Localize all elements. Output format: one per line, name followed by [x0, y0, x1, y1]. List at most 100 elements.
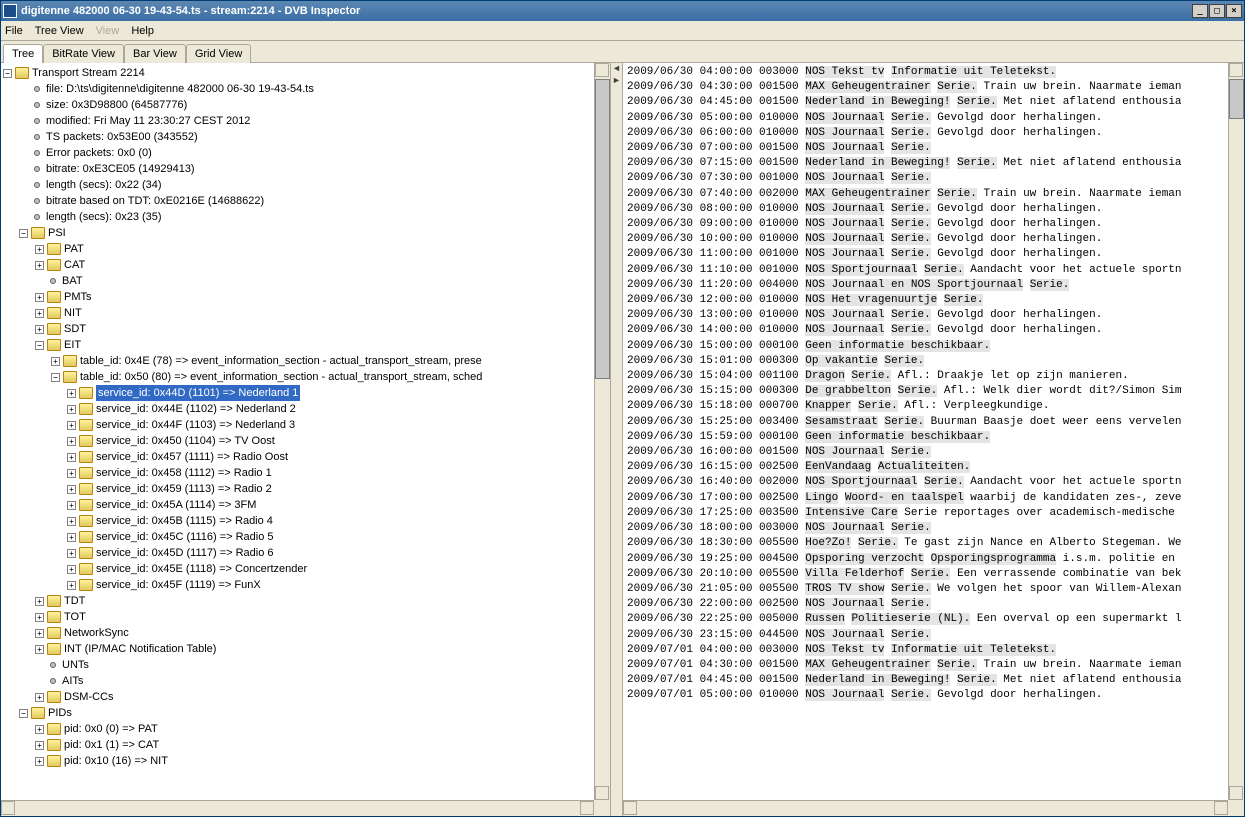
expand-icon[interactable]: +	[67, 533, 76, 542]
event-row[interactable]: 2009/06/30 09:00:00 010000 NOS Journaal …	[627, 217, 1224, 232]
menu-file[interactable]: File	[5, 25, 23, 37]
tree-node[interactable]: +pid: 0x10 (16) => NIT	[3, 753, 592, 769]
tree-node[interactable]: length (secs): 0x22 (34)	[3, 177, 592, 193]
tree-node[interactable]: +NIT	[3, 305, 592, 321]
tree-node[interactable]: file: D:\ts\digitenne\digitenne 482000 0…	[3, 81, 592, 97]
expand-icon[interactable]: −	[19, 709, 28, 718]
tree-node[interactable]: +pid: 0x0 (0) => PAT	[3, 721, 592, 737]
expand-icon[interactable]: +	[67, 469, 76, 478]
event-row[interactable]: 2009/06/30 16:40:00 002000 NOS Sportjour…	[627, 475, 1224, 490]
event-row[interactable]: 2009/06/30 21:05:00 005500 TROS TV show …	[627, 582, 1224, 597]
event-row[interactable]: 2009/06/30 17:25:00 003500 Intensive Car…	[627, 506, 1224, 521]
expand-icon[interactable]: −	[51, 373, 60, 382]
tree-node[interactable]: +DSM-CCs	[3, 689, 592, 705]
expand-icon[interactable]: +	[35, 629, 44, 638]
expand-icon[interactable]: +	[67, 389, 76, 398]
event-row[interactable]: 2009/06/30 04:30:00 001500 MAX Geheugent…	[627, 80, 1224, 95]
tree-node[interactable]: length (secs): 0x23 (35)	[3, 209, 592, 225]
tab-grid[interactable]: Grid View	[186, 44, 251, 63]
events-list[interactable]: 2009/06/30 04:00:00 003000 NOS Tekst tv …	[623, 63, 1228, 800]
tree-node[interactable]: +TDT	[3, 593, 592, 609]
tree-node[interactable]: +service_id: 0x45C (1116) => Radio 5	[3, 529, 592, 545]
event-row[interactable]: 2009/06/30 16:15:00 002500 EenVandaag Ac…	[627, 460, 1224, 475]
tree-node[interactable]: size: 0x3D98800 (64587776)	[3, 97, 592, 113]
tree-node[interactable]: +TOT	[3, 609, 592, 625]
tree-node[interactable]: +service_id: 0x459 (1113) => Radio 2	[3, 481, 592, 497]
tree-node[interactable]: +SDT	[3, 321, 592, 337]
event-row[interactable]: 2009/06/30 12:00:00 010000 NOS Het vrage…	[627, 293, 1224, 308]
event-row[interactable]: 2009/06/30 18:00:00 003000 NOS Journaal …	[627, 521, 1224, 536]
expand-icon[interactable]: +	[67, 517, 76, 526]
tab-tree[interactable]: Tree	[3, 44, 43, 63]
event-row[interactable]: 2009/06/30 04:00:00 003000 NOS Tekst tv …	[627, 65, 1224, 80]
vscroll-left[interactable]	[594, 63, 610, 800]
tree-node[interactable]: +INT (IP/MAC Notification Table)	[3, 641, 592, 657]
expand-icon[interactable]: +	[35, 309, 44, 318]
expand-icon[interactable]: −	[35, 341, 44, 350]
tree-node[interactable]: +CAT	[3, 257, 592, 273]
expand-icon[interactable]: −	[19, 229, 28, 238]
tree-node[interactable]: +service_id: 0x45B (1115) => Radio 4	[3, 513, 592, 529]
expand-icon[interactable]: +	[67, 405, 76, 414]
tree-node[interactable]: UNTs	[3, 657, 592, 673]
event-row[interactable]: 2009/06/30 14:00:00 010000 NOS Journaal …	[627, 323, 1224, 338]
tree-node[interactable]: −PSI	[3, 225, 592, 241]
event-row[interactable]: 2009/06/30 06:00:00 010000 NOS Journaal …	[627, 126, 1224, 141]
tree-node[interactable]: +service_id: 0x45D (1117) => Radio 6	[3, 545, 592, 561]
tree-node[interactable]: −PIDs	[3, 705, 592, 721]
expand-icon[interactable]: +	[35, 613, 44, 622]
expand-icon[interactable]: +	[67, 549, 76, 558]
expand-icon[interactable]: +	[67, 421, 76, 430]
tree-node[interactable]: +service_id: 0x45F (1119) => FunX	[3, 577, 592, 593]
event-row[interactable]: 2009/06/30 18:30:00 005500 Hoe?Zo! Serie…	[627, 536, 1224, 551]
tree-node[interactable]: +PAT	[3, 241, 592, 257]
menu-treeview[interactable]: Tree View	[35, 25, 84, 37]
tree-node[interactable]: Error packets: 0x0 (0)	[3, 145, 592, 161]
expand-icon[interactable]: +	[35, 293, 44, 302]
expand-icon[interactable]: +	[67, 485, 76, 494]
tree-node[interactable]: −table_id: 0x50 (80) => event_informatio…	[3, 369, 592, 385]
hscroll-right[interactable]	[623, 800, 1228, 816]
expand-icon[interactable]: +	[35, 325, 44, 334]
tree-node[interactable]: TS packets: 0x53E00 (343552)	[3, 129, 592, 145]
tree-node[interactable]: modified: Fri May 11 23:30:27 CEST 2012	[3, 113, 592, 129]
event-row[interactable]: 2009/06/30 07:00:00 001500 NOS Journaal …	[627, 141, 1224, 156]
event-row[interactable]: 2009/06/30 08:00:00 010000 NOS Journaal …	[627, 202, 1224, 217]
expand-icon[interactable]: +	[35, 597, 44, 606]
tree-node[interactable]: +table_id: 0x4E (78) => event_informatio…	[3, 353, 592, 369]
expand-icon[interactable]: +	[35, 645, 44, 654]
event-row[interactable]: 2009/06/30 15:01:00 000300 Op vakantie S…	[627, 354, 1224, 369]
tree-node[interactable]: +NetworkSync	[3, 625, 592, 641]
event-row[interactable]: 2009/07/01 04:00:00 003000 NOS Tekst tv …	[627, 643, 1224, 658]
event-row[interactable]: 2009/06/30 15:04:00 001100 Dragon Serie.…	[627, 369, 1224, 384]
event-row[interactable]: 2009/06/30 11:10:00 001000 NOS Sportjour…	[627, 263, 1224, 278]
tab-bar[interactable]: Bar View	[124, 44, 186, 63]
event-row[interactable]: 2009/06/30 07:15:00 001500 Nederland in …	[627, 156, 1224, 171]
event-row[interactable]: 2009/07/01 04:45:00 001500 Nederland in …	[627, 673, 1224, 688]
expand-icon[interactable]: +	[35, 245, 44, 254]
tab-bitrate[interactable]: BitRate View	[43, 44, 124, 63]
event-row[interactable]: 2009/06/30 15:15:00 000300 De grabbelton…	[627, 384, 1224, 399]
event-row[interactable]: 2009/06/30 10:00:00 010000 NOS Journaal …	[627, 232, 1224, 247]
tree-node[interactable]: bitrate: 0xE3CE05 (14929413)	[3, 161, 592, 177]
event-row[interactable]: 2009/06/30 23:15:00 044500 NOS Journaal …	[627, 628, 1224, 643]
expand-icon[interactable]: +	[67, 565, 76, 574]
event-row[interactable]: 2009/06/30 11:20:00 004000 NOS Journaal …	[627, 278, 1224, 293]
event-row[interactable]: 2009/06/30 22:25:00 005000 Russen Politi…	[627, 612, 1224, 627]
event-row[interactable]: 2009/06/30 22:00:00 002500 NOS Journaal …	[627, 597, 1224, 612]
tree-node[interactable]: +service_id: 0x44D (1101) => Nederland 1	[3, 385, 592, 401]
hscroll-left[interactable]	[1, 800, 594, 816]
tree-node[interactable]: +service_id: 0x458 (1112) => Radio 1	[3, 465, 592, 481]
event-row[interactable]: 2009/06/30 15:18:00 000700 Knapper Serie…	[627, 399, 1224, 414]
event-row[interactable]: 2009/07/01 05:00:00 010000 NOS Journaal …	[627, 688, 1224, 703]
tree-node[interactable]: +service_id: 0x44E (1102) => Nederland 2	[3, 401, 592, 417]
expand-icon[interactable]: +	[67, 581, 76, 590]
event-row[interactable]: 2009/06/30 19:25:00 004500 Opsporing ver…	[627, 552, 1224, 567]
event-row[interactable]: 2009/06/30 20:10:00 005500 Villa Felderh…	[627, 567, 1224, 582]
expand-icon[interactable]: +	[35, 693, 44, 702]
tree-node[interactable]: bitrate based on TDT: 0xE0216E (14688622…	[3, 193, 592, 209]
tree-node[interactable]: +service_id: 0x45E (1118) => Concertzend…	[3, 561, 592, 577]
tree-node[interactable]: −Transport Stream 2214	[3, 65, 592, 81]
expand-icon[interactable]: +	[35, 725, 44, 734]
expand-icon[interactable]: −	[3, 69, 12, 78]
